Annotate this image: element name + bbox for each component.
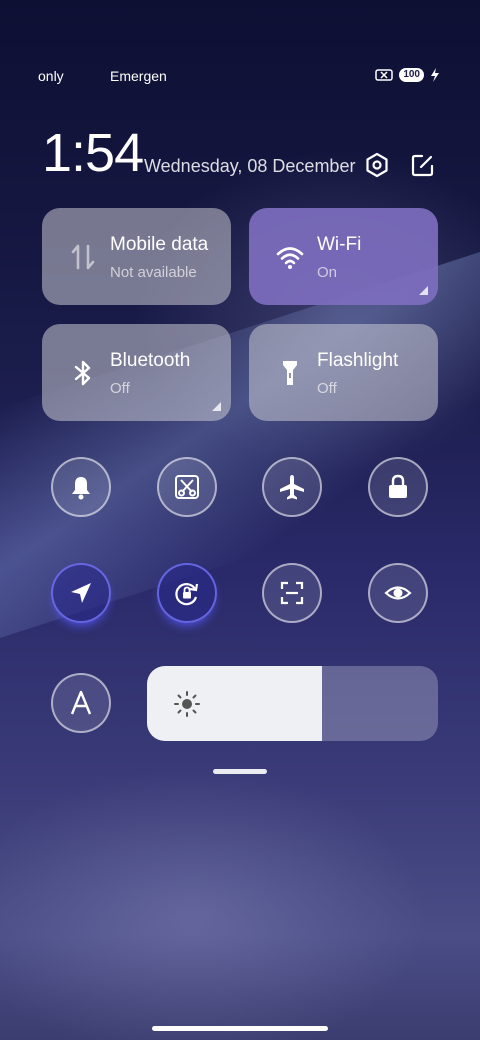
mobile-data-icon xyxy=(71,244,95,270)
bluetooth-icon xyxy=(74,360,91,386)
expand-corner-icon[interactable] xyxy=(419,286,428,295)
tile-flashlight[interactable]: Flashlight Off xyxy=(249,324,438,421)
status-bar: only Emergency 100 xyxy=(0,66,480,88)
toggle-airplane-mode[interactable] xyxy=(262,457,322,517)
lock-icon xyxy=(389,474,407,498)
scan-icon xyxy=(280,581,304,605)
toggle-reading-mode[interactable] xyxy=(368,563,428,623)
auto-a-icon xyxy=(70,690,92,715)
tile-title: Mobile data xyxy=(110,234,209,255)
toggle-rotation-lock[interactable] xyxy=(157,563,217,623)
tile-bluetooth[interactable]: Bluetooth Off xyxy=(42,324,231,421)
home-indicator[interactable] xyxy=(152,1026,328,1031)
tile-status: Off xyxy=(317,380,337,397)
edit-icon[interactable] xyxy=(410,152,436,178)
status-icons: 100 xyxy=(375,68,440,82)
tile-title: Wi-Fi xyxy=(317,234,362,255)
eye-icon xyxy=(384,586,412,600)
battery-indicator: 100 xyxy=(399,68,424,82)
scissors-icon xyxy=(175,475,199,499)
toggle-scanner[interactable] xyxy=(262,563,322,623)
sun-icon xyxy=(174,691,200,717)
location-arrow-icon xyxy=(71,583,91,603)
status-text-emergency: Emergency xyxy=(110,68,166,84)
tile-title: Bluetooth xyxy=(110,350,191,371)
flashlight-icon xyxy=(283,361,297,385)
bolt-icon xyxy=(431,68,439,82)
toggle-lock-screen[interactable] xyxy=(368,457,428,517)
tile-status: Not available xyxy=(110,264,197,281)
panel-drag-handle[interactable] xyxy=(213,769,267,774)
tile-status: On xyxy=(317,264,338,281)
date-label: Wednesday, 08 December xyxy=(144,156,356,176)
status-text-left: only xyxy=(38,68,64,84)
toggle-screenshot[interactable] xyxy=(157,457,217,517)
tile-title: Flashlight xyxy=(317,350,399,371)
rotation-lock-icon xyxy=(175,583,199,606)
wifi-icon xyxy=(276,247,304,269)
toggle-auto-brightness[interactable] xyxy=(51,673,111,733)
tile-mobile-data[interactable]: Mobile data Not available xyxy=(42,208,231,305)
expand-corner-icon[interactable] xyxy=(212,402,221,411)
tile-wifi[interactable]: Wi-Fi On xyxy=(249,208,438,305)
toggle-ringer[interactable] xyxy=(51,457,111,517)
sim-cross-icon xyxy=(375,69,394,81)
clock: 1:54 xyxy=(42,123,144,183)
airplane-icon xyxy=(280,475,304,500)
settings-icon[interactable] xyxy=(364,152,390,178)
bell-icon xyxy=(72,477,90,500)
toggle-location[interactable] xyxy=(51,563,111,623)
brightness-slider[interactable] xyxy=(147,666,438,741)
tile-status: Off xyxy=(110,380,130,397)
